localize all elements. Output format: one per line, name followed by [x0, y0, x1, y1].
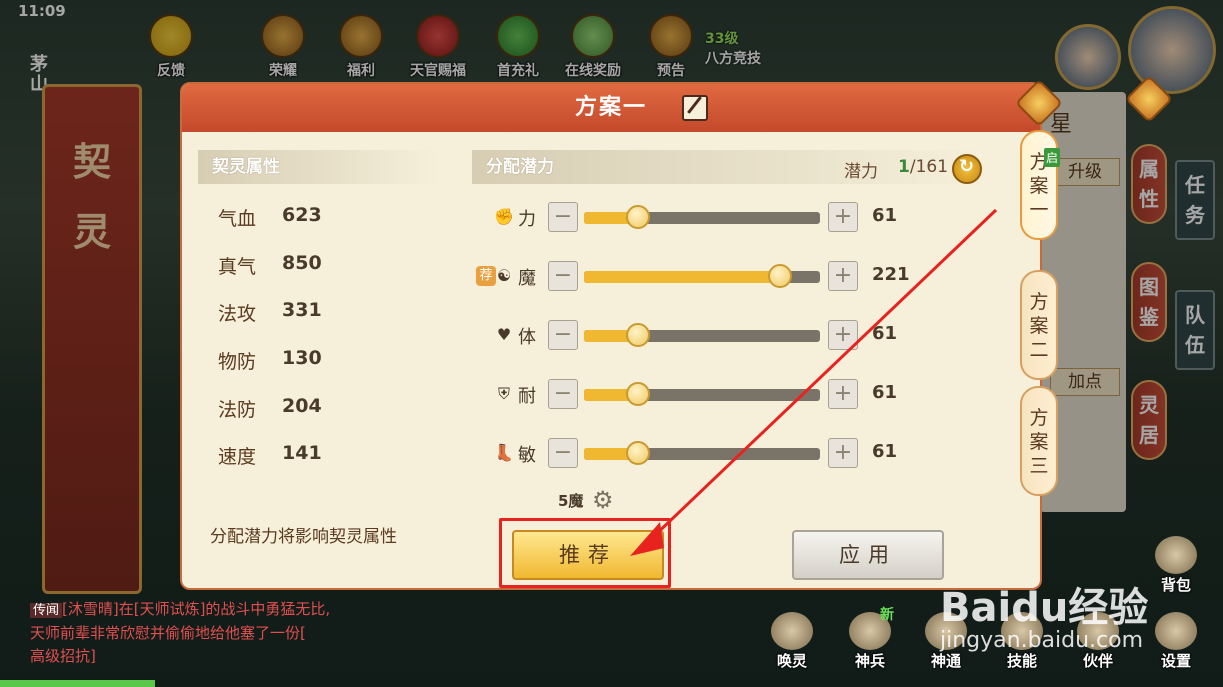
boot-icon: 👢	[494, 443, 514, 462]
slider-track[interactable]	[584, 389, 820, 401]
yin-yang-icon: ☯	[496, 266, 512, 285]
stat-value: 221	[872, 264, 910, 285]
attr-row: 真气 850	[218, 252, 322, 278]
stat-slider-row: 👢 敏 − +61	[488, 438, 988, 468]
slider-handle[interactable]	[626, 323, 651, 347]
summon-button[interactable]: 唤灵	[762, 612, 822, 671]
watermark-logo: Baidu经验	[940, 585, 1149, 631]
stat-name: 敏	[518, 445, 536, 466]
bag-button[interactable]: 背包	[1146, 536, 1206, 595]
slider-track[interactable]	[584, 212, 820, 224]
attr-row: 法攻 331	[218, 299, 322, 325]
attr-row: 气血 623	[218, 204, 322, 230]
reset-icon[interactable]	[952, 154, 982, 184]
potential-dialog: 方案一 契灵属性 分配潜力 潜力 1/161 气血623 真气850 法攻331…	[180, 82, 1042, 590]
slider-fill	[584, 271, 780, 283]
preset-label: 5魔	[558, 492, 584, 510]
new-badge: 新	[880, 607, 894, 623]
increase-button[interactable]: +	[828, 320, 858, 350]
highlight-box	[499, 518, 671, 588]
edit-name-icon[interactable]	[682, 95, 708, 121]
chat-box[interactable]: 传闻 [沐雪晴]在[天师试炼]的战斗中勇猛无比, 天师前辈非常欣慰并偷偷地给他塞了…	[30, 598, 450, 668]
stat-name: 力	[518, 209, 536, 230]
decrease-button[interactable]: −	[548, 379, 578, 409]
decrease-button[interactable]: −	[548, 202, 578, 232]
increase-button[interactable]: +	[828, 379, 858, 409]
stat-name: 体	[518, 327, 536, 348]
dialog-header: 方案一	[182, 84, 1040, 132]
stat-value: 61	[872, 205, 898, 226]
attr-row: 法防 204	[218, 395, 322, 421]
slider-track[interactable]	[584, 330, 820, 342]
divine-weapon-button[interactable]: 神兵新	[840, 607, 900, 671]
settings-button[interactable]: 设置	[1146, 612, 1206, 671]
increase-button[interactable]: +	[828, 261, 858, 291]
slider-track[interactable]	[584, 448, 820, 460]
chat-tag: 传闻	[30, 603, 63, 618]
heart-icon: ♥	[496, 325, 512, 344]
slider-handle[interactable]	[626, 205, 651, 229]
progress-bar	[0, 680, 155, 687]
tab-plan-one[interactable]: 方案一	[1020, 130, 1058, 240]
stat-name: 魔	[518, 268, 536, 289]
potential-label: 潜力	[844, 162, 878, 182]
potential-note: 分配潜力将影响契灵属性	[210, 527, 397, 547]
bag-icon	[1155, 536, 1197, 574]
stat-name: 耐	[518, 386, 536, 407]
apply-button[interactable]: 应用	[792, 530, 944, 580]
potential-value: 1/161	[898, 157, 949, 177]
tab-plan-two[interactable]: 方案二	[1020, 270, 1058, 380]
stat-slider-row: ♥ 体 − +61	[488, 320, 988, 350]
attributes-header: 契灵属性	[198, 150, 438, 184]
summon-icon	[771, 612, 813, 650]
stat-slider-row: ✊ 力 − +61	[488, 202, 988, 232]
slider-handle[interactable]	[767, 264, 792, 288]
tab-plan-three[interactable]: 方案三	[1020, 386, 1058, 496]
settings-icon	[1155, 612, 1197, 650]
attr-row: 速度 141	[218, 442, 322, 468]
decrease-button[interactable]: −	[548, 261, 578, 291]
decrease-button[interactable]: −	[548, 320, 578, 350]
increase-button[interactable]: +	[828, 438, 858, 468]
watermark-url: jingyan.baidu.com	[940, 628, 1144, 653]
slider-handle[interactable]	[626, 441, 651, 465]
recommend-tag: 荐	[476, 266, 496, 286]
slider-handle[interactable]	[626, 382, 651, 406]
attr-row: 物防 130	[218, 347, 322, 373]
stat-slider-row: 荐 ☯ 魔 − +221	[476, 261, 988, 291]
dialog-title: 方案一	[574, 95, 647, 120]
stat-value: 61	[872, 441, 898, 462]
stat-value: 61	[872, 382, 898, 403]
fist-icon: ✊	[494, 207, 514, 226]
stat-slider-row: ⛨ 耐 − +61	[488, 379, 988, 409]
gear-icon[interactable]: ⚙	[592, 488, 614, 512]
decrease-button[interactable]: −	[548, 438, 578, 468]
increase-button[interactable]: +	[828, 202, 858, 232]
stat-value: 61	[872, 323, 898, 344]
shield-icon: ⛨	[497, 384, 510, 403]
active-badge: 启	[1044, 148, 1061, 167]
